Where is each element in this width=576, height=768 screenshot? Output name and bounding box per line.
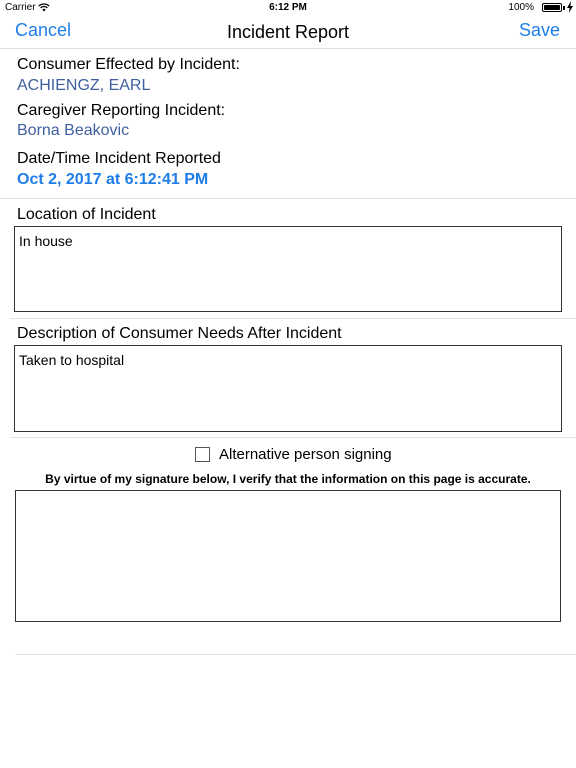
status-time: 6:12 PM (269, 2, 307, 13)
date-reported-value[interactable]: Oct 2, 2017 at 6:12:41 PM (17, 171, 208, 189)
location-field[interactable]: In house (14, 226, 562, 312)
save-button[interactable]: Save (519, 20, 560, 41)
consumer-label: Consumer Effected by Incident: (17, 56, 240, 73)
section-divider (0, 198, 576, 199)
caregiver-value: Borna Beakovic (17, 122, 130, 139)
signature-pad[interactable] (15, 490, 561, 622)
battery-percent: 100% (508, 2, 534, 13)
consumer-value: ACHIENGZ, EARL (17, 77, 151, 94)
section-divider (10, 437, 576, 438)
caregiver-label: Caregiver Reporting Incident: (17, 102, 226, 119)
needs-field-value: Taken to hospital (19, 352, 125, 368)
needs-label: Description of Consumer Needs After Inci… (17, 325, 342, 342)
battery-tip (563, 6, 565, 10)
page-title: Incident Report (226, 22, 350, 42)
status-bar: Carrier 6:12 PM 100% (0, 0, 576, 16)
date-reported-label: Date/Time Incident Reported (17, 150, 221, 167)
location-label: Location of Incident (17, 206, 156, 223)
alternative-person-checkbox[interactable] (195, 447, 210, 462)
location-field-value: In house (19, 233, 73, 249)
needs-field[interactable]: Taken to hospital (14, 345, 562, 432)
battery-icon (542, 3, 562, 12)
charging-icon (567, 1, 573, 16)
section-divider (10, 318, 576, 319)
alternative-person-label: Alternative person signing (219, 446, 392, 463)
navigation-bar: Cancel Incident Report Save (0, 16, 576, 49)
verification-text: By virtue of my signature below, I verif… (45, 472, 531, 486)
section-divider (15, 654, 576, 655)
